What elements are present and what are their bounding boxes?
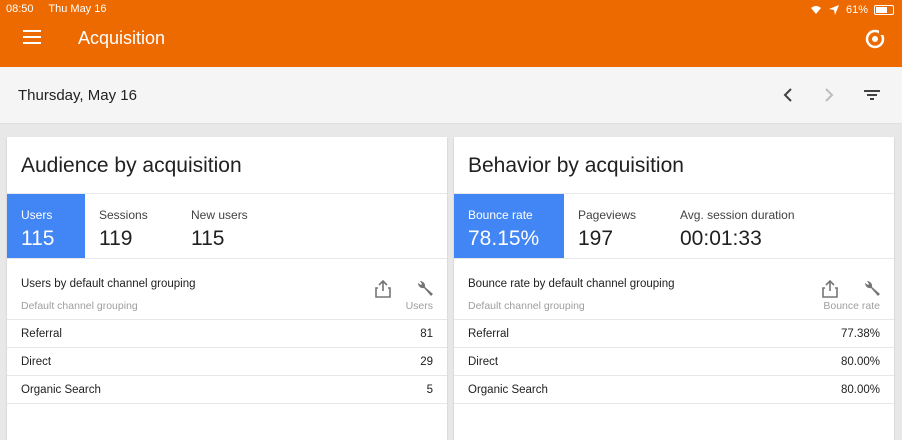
status-bar: 08:50 Thu May 16 61% [6, 3, 894, 17]
row-value: 80.00% [840, 384, 880, 396]
table-row[interactable]: Direct 29 [7, 347, 447, 375]
battery-percent: 61% [845, 4, 868, 16]
share-icon[interactable] [820, 279, 840, 299]
card-title: Audience by acquisition [21, 154, 242, 177]
metric-label: Sessions [99, 208, 148, 222]
dimension-header: Default channel grouping [21, 300, 138, 312]
date-bar: Thursday, May 16 [0, 67, 902, 124]
table-title: Bounce rate by default channel grouping [468, 278, 675, 290]
metric-value: 00:01:33 [680, 227, 762, 250]
behavior-card: Behavior by acquisition Bounce rate 78.1… [454, 137, 894, 440]
metric-label: Avg. session duration [680, 208, 795, 222]
page-title: Acquisition [78, 28, 166, 48]
table-row[interactable]: Direct 80.00% [454, 347, 894, 375]
table-row[interactable]: Referral 81 [7, 319, 447, 347]
row-label: Referral [468, 328, 509, 340]
chevron-left-icon[interactable] [778, 85, 798, 105]
filter-icon[interactable] [862, 85, 882, 105]
chevron-right-icon[interactable] [819, 85, 839, 105]
audience-card: Audience by acquisition Users 115 Sessio… [7, 137, 447, 440]
table-row[interactable]: Referral 77.38% [454, 319, 894, 347]
metric-value: 119 [99, 227, 133, 250]
status-time: 08:50 [6, 3, 34, 15]
divider [7, 403, 447, 404]
metric-header: Bounce rate [823, 300, 880, 312]
account-switch-icon[interactable] [864, 28, 886, 50]
table-title: Users by default channel grouping [21, 278, 196, 290]
metric-tab-users[interactable]: Users 115 [7, 194, 85, 258]
metric-tab-new-users[interactable]: New users 115 [177, 194, 287, 258]
selected-date[interactable]: Thursday, May 16 [18, 87, 137, 104]
table-row[interactable]: Organic Search 5 [7, 375, 447, 403]
metric-label: Bounce rate [468, 208, 533, 222]
metric-value: 115 [191, 227, 225, 250]
status-date: Thu May 16 [48, 3, 107, 15]
battery-icon [874, 5, 894, 15]
metric-tab-sessions[interactable]: Sessions 119 [85, 194, 177, 258]
location-icon [828, 5, 839, 15]
metric-label: Users [21, 208, 53, 222]
app-bar: 08:50 Thu May 16 61% Acquisition [0, 0, 902, 67]
row-value: 5 [426, 384, 433, 396]
metric-tab-bounce-rate[interactable]: Bounce rate 78.15% [454, 194, 564, 258]
share-icon[interactable] [373, 279, 393, 299]
wifi-icon [810, 6, 821, 14]
row-label: Direct [21, 356, 52, 368]
menu-icon[interactable] [23, 30, 41, 44]
row-label: Organic Search [21, 384, 101, 396]
divider [454, 403, 894, 404]
row-value: 81 [420, 328, 433, 340]
metric-value: 197 [578, 227, 614, 250]
card-title: Behavior by acquisition [468, 154, 684, 177]
metric-label: New users [191, 208, 248, 222]
metric-value: 115 [21, 227, 55, 250]
row-label: Organic Search [468, 384, 548, 396]
metric-header: Users [405, 300, 433, 312]
row-label: Referral [21, 328, 62, 340]
row-label: Direct [468, 356, 499, 368]
metric-tab-pageviews[interactable]: Pageviews 197 [564, 194, 666, 258]
wrench-icon[interactable] [415, 279, 435, 299]
wrench-icon[interactable] [862, 279, 882, 299]
row-value: 77.38% [840, 328, 880, 340]
row-value: 29 [420, 356, 433, 368]
divider [7, 258, 447, 259]
dimension-header: Default channel grouping [468, 300, 585, 312]
table-row[interactable]: Organic Search 80.00% [454, 375, 894, 403]
row-value: 80.00% [840, 356, 880, 368]
divider [454, 258, 894, 259]
metric-value: 78.15% [468, 227, 540, 250]
metric-tab-avg-session-duration[interactable]: Avg. session duration 00:01:33 [666, 194, 836, 258]
metric-label: Pageviews [578, 208, 637, 222]
